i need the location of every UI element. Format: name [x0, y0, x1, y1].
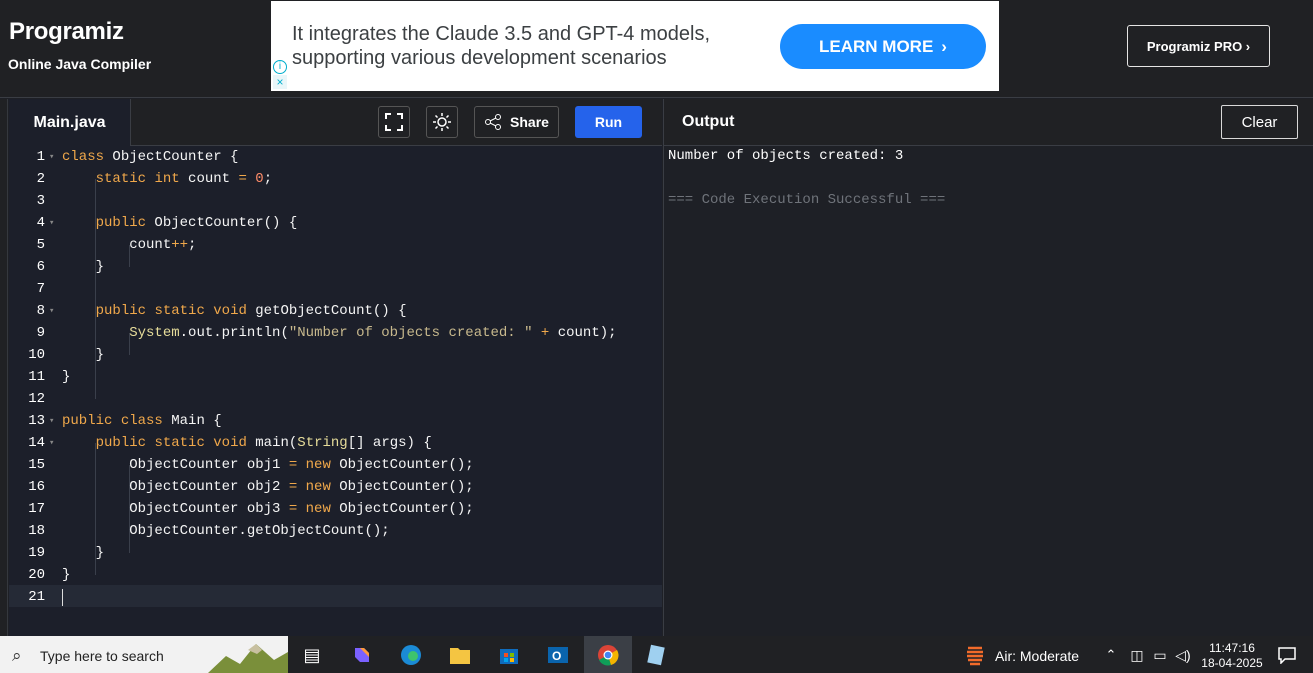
- learn-more-label: LEARN MORE: [819, 36, 934, 56]
- code-line: 3: [36, 193, 45, 209]
- share-icon: [485, 114, 502, 130]
- theme-toggle-button[interactable]: [426, 106, 458, 138]
- code-line: 20}: [28, 567, 71, 583]
- store-icon[interactable]: [494, 640, 524, 670]
- share-button[interactable]: Share: [474, 106, 559, 138]
- code-line: 13 ▾ public class Main {: [28, 413, 222, 429]
- code-line: 6 }: [36, 259, 105, 275]
- notepad-icon[interactable]: [641, 640, 671, 670]
- code-line: 10 }: [28, 347, 105, 363]
- code-editor[interactable]: 1 ▾ class ObjectCounter { 2 static int cou…: [9, 146, 662, 636]
- fullscreen-button[interactable]: [378, 106, 410, 138]
- ad-info-icon[interactable]: i: [273, 60, 287, 74]
- output-panel: Number of objects created: 3 === Code Ex…: [663, 146, 1313, 636]
- ad-text: It integrates the Claude 3.5 and GPT-4 m…: [292, 23, 711, 69]
- svg-text:O: O: [552, 649, 561, 663]
- code-line: 9 System.out.println("Number of objects …: [36, 325, 617, 341]
- share-label: Share: [510, 114, 549, 130]
- copilot-icon[interactable]: [347, 640, 377, 670]
- code-line: 4 ▾ public ObjectCounter() {: [36, 215, 298, 231]
- top-header: Programiz Online Java Compiler It integr…: [0, 0, 1313, 98]
- compiler-subtitle: Online Java Compiler: [8, 56, 152, 72]
- learn-more-button[interactable]: LEARN MORE ›: [780, 24, 986, 69]
- output-toolbar: Output Clear: [663, 99, 1313, 146]
- windows-taskbar: ⌕ Type here to search ▤ O Air: Moderate …: [0, 636, 1313, 673]
- volume-icon[interactable]: ◁): [1168, 640, 1198, 670]
- clear-button[interactable]: Clear: [1221, 105, 1298, 139]
- tab-main-java[interactable]: Main.java: [9, 99, 131, 146]
- file-explorer-icon[interactable]: [445, 640, 475, 670]
- code-line: 15 ObjectCounter obj1 = new ObjectCounte…: [28, 457, 474, 473]
- code-line: 8 ▾ public static void getObjectCount() {: [36, 303, 407, 319]
- search-icon: ⌕: [12, 646, 22, 665]
- taskbar-search[interactable]: ⌕ Type here to search: [0, 636, 288, 673]
- programiz-logo[interactable]: Programiz: [9, 18, 124, 46]
- fullscreen-icon: [385, 113, 403, 131]
- chrome-icon[interactable]: [593, 640, 623, 670]
- system-clock[interactable]: 11:47:16 18-04-2025: [1196, 641, 1268, 671]
- code-line: 11}: [28, 369, 71, 385]
- code-line: 16 ObjectCounter obj2 = new ObjectCounte…: [28, 479, 474, 495]
- chevron-right-icon: ›: [941, 36, 947, 56]
- advertisement-banner[interactable]: It integrates the Claude 3.5 and GPT-4 m…: [271, 1, 999, 91]
- code-line: 7: [36, 281, 45, 297]
- code-line: 1 ▾ class ObjectCounter {: [36, 149, 239, 165]
- code-line: 5 count++;: [36, 237, 197, 253]
- output-title: Output: [682, 113, 735, 130]
- code-line: 19 }: [28, 545, 105, 561]
- edge-icon[interactable]: [396, 640, 426, 670]
- code-line: 21: [28, 589, 45, 605]
- air-quality-label[interactable]: Air: Moderate: [995, 648, 1079, 664]
- clock-date: 18-04-2025: [1201, 656, 1263, 670]
- execution-status: === Code Execution Successful ===: [668, 192, 946, 208]
- code-line: 14 ▾ public static void main(String[] arg…: [28, 435, 432, 451]
- left-sidebar-strip: [0, 99, 8, 636]
- editor-toolbar: Main.java Share Run: [9, 99, 662, 146]
- notification-icon[interactable]: [1272, 640, 1302, 670]
- programiz-pro-button[interactable]: Programiz PRO ›: [1127, 25, 1270, 67]
- task-view-icon[interactable]: ▤: [297, 640, 327, 670]
- code-line: 17 ObjectCounter obj3 = new ObjectCounte…: [28, 501, 474, 517]
- ad-close-icon[interactable]: ×: [273, 75, 287, 89]
- output-result: Number of objects created: 3: [668, 148, 904, 164]
- code-line: 18 ObjectCounter.getObjectCount();: [28, 523, 390, 539]
- sun-icon: [433, 113, 451, 131]
- search-placeholder: Type here to search: [40, 648, 164, 664]
- clock-time: 11:47:16: [1209, 641, 1255, 655]
- air-quality-icon: [960, 640, 990, 670]
- code-line: 12: [28, 391, 45, 407]
- run-button[interactable]: Run: [575, 106, 642, 138]
- code-line: 2 static int count = 0;: [36, 171, 273, 187]
- landscape-icon: [208, 644, 288, 673]
- outlook-icon[interactable]: O: [543, 640, 573, 670]
